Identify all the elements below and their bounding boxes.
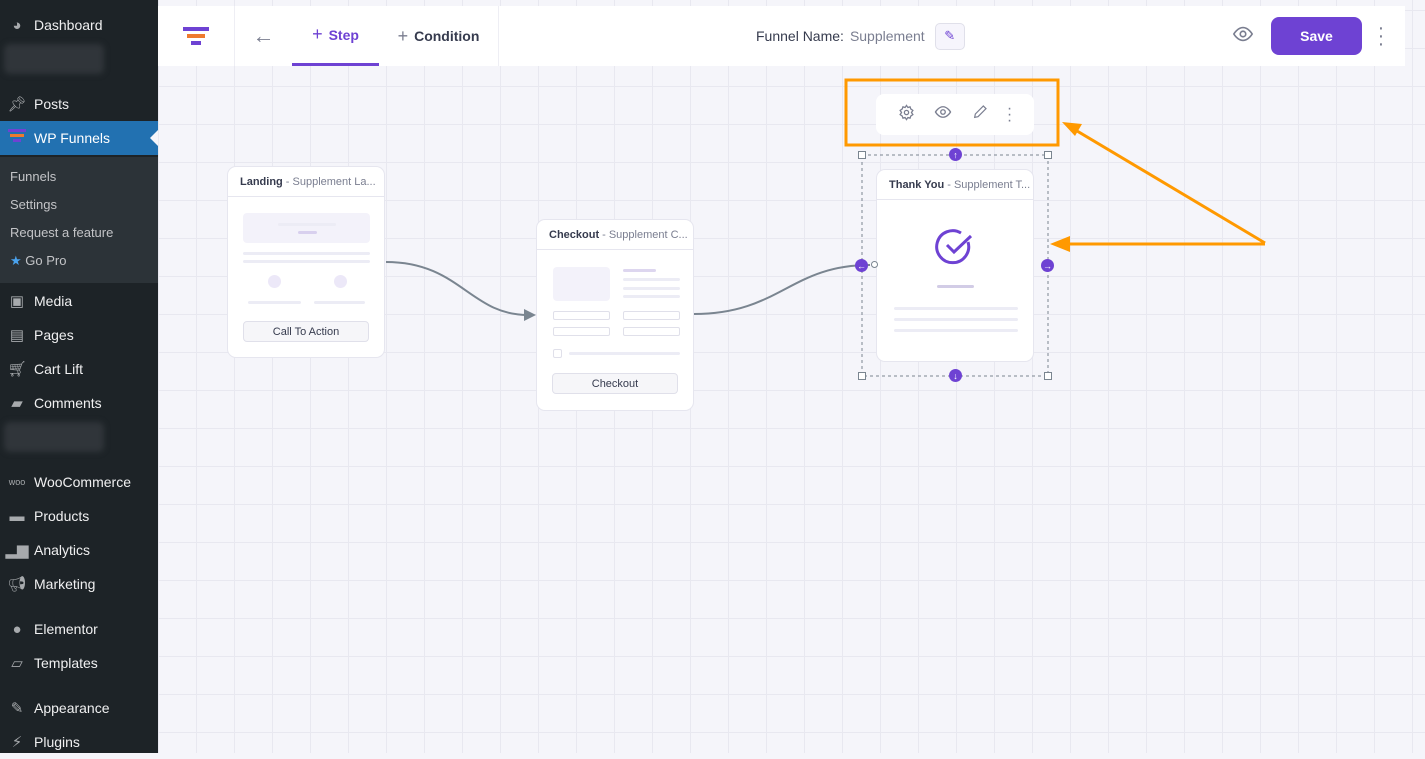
annotation-arrowhead [1050,236,1070,252]
more-vertical-icon[interactable]: · · · [1007,100,1012,128]
resize-handle[interactable] [1044,151,1052,159]
resize-handle[interactable] [858,151,866,159]
connector-landing-checkout [385,261,529,316]
pencil-icon[interactable] [972,104,988,125]
connector-endpoint[interactable] [871,261,878,268]
checkout-button[interactable]: Checkout [552,373,678,394]
node-header: Thank You - Supplement T... [877,170,1033,200]
step-node-thank-you[interactable]: Thank You - Supplement T... [876,169,1034,362]
call-to-action-button[interactable]: Call To Action [243,321,369,342]
connect-bottom-handle[interactable]: ↓ [949,369,962,382]
resize-handle[interactable] [858,372,866,380]
eye-icon[interactable] [934,103,952,126]
connect-left-handle[interactable]: ← [855,259,868,272]
connect-top-handle[interactable]: ↑ [949,148,962,161]
preview-hero [243,213,370,243]
connector-checkout-thankyou [693,264,871,315]
node-header: Checkout - Supplement C... [537,220,693,250]
gear-icon[interactable] [898,103,915,126]
annotation-arrow [1071,126,1266,245]
step-node-checkout[interactable]: Checkout - Supplement C... Checkout [536,219,694,411]
connections-layer [385,78,1266,377]
node-toolbar: · · · [876,94,1034,135]
connector-arrowhead [524,309,536,321]
resize-handle[interactable] [1044,372,1052,380]
step-node-landing[interactable]: Landing - Supplement La... Call To Action [227,166,385,358]
connect-right-handle[interactable]: → [1041,259,1054,272]
preview-image [553,267,610,301]
node-header: Landing - Supplement La... [228,167,384,197]
check-circle-icon [935,229,973,265]
